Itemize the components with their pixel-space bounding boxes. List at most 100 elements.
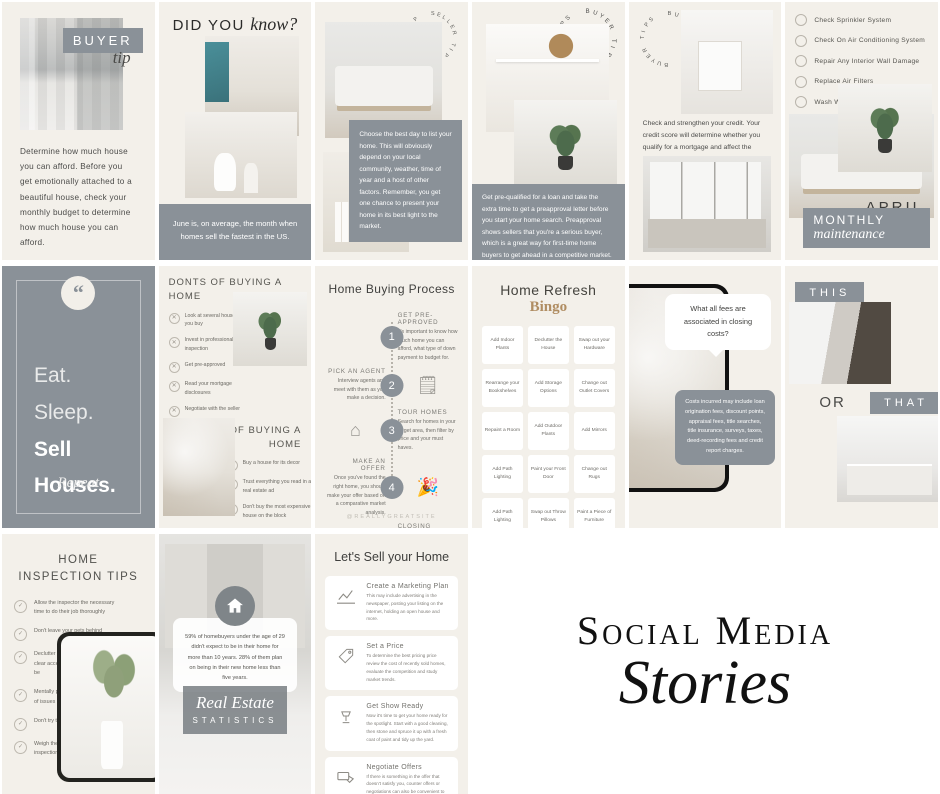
phone-mockup (56, 632, 155, 782)
cross-circle-icon: ✕ (168, 405, 180, 417)
statistics-body: 59% of homebuyers under the age of 29 di… (185, 634, 285, 682)
confetti-icon: 🎉 (416, 477, 440, 498)
panel-home-buying-process[interactable]: Home Buying Process 1 GET PRE-APPROVED I… (315, 266, 468, 528)
step-title: TOUR HOMES (397, 409, 448, 417)
check-circle-icon: ✓ (14, 599, 27, 613)
bingo-cell[interactable]: Swap out Throw Pillows (527, 498, 569, 528)
lamp-icon (333, 703, 359, 729)
closing-costs-question: What all fees are associated in closing … (664, 294, 772, 357)
sell-heading: Let's Sell your Home (334, 550, 450, 564)
checkbox-circle-icon[interactable] (795, 96, 808, 108)
checklist-label: Check On Air Conditioning System (814, 37, 926, 44)
list-label: Trust everything you read in a real esta… (242, 479, 312, 494)
inspection-heading: HOME INSPECTION TIPS (18, 554, 139, 584)
closing-costs-answer: Costs incurred may include loan originat… (674, 390, 776, 465)
bingo-cell[interactable]: Rearrange your Bookshelves (482, 369, 523, 407)
step-number: 1 (380, 325, 404, 349)
badge-char: I (608, 45, 615, 50)
statistics-script: Real Estate (196, 693, 274, 712)
checklist-row[interactable]: Check On Air Conditioning System (795, 34, 928, 47)
sell-step[interactable]: Get Show Ready Now it's time to get your… (325, 696, 458, 751)
cross-circle-icon: ✕ (168, 380, 180, 392)
bingo-cell[interactable]: Add Outdoor Plants (527, 412, 569, 450)
step-title: MAKE AN OFFER (352, 458, 386, 473)
panel-donts-dos[interactable]: DONTS OF BUYING A HOME ✕ Look at several … (158, 266, 312, 528)
checkbox-circle-icon[interactable] (795, 55, 808, 67)
check-circle-icon: ✓ (14, 650, 27, 664)
process-step: ⌂ 3 TOUR HOMES Search for homes in your … (325, 409, 458, 452)
panel-buyer-tip[interactable]: BUYER tip Determine how much house you c… (2, 2, 155, 260)
bingo-cell[interactable]: Declutter the House (527, 326, 569, 364)
list-label: Get pre-approved (184, 361, 226, 368)
bingo-cell[interactable]: Add Storage Options (527, 369, 569, 407)
step-body: Search for homes in your target area, th… (397, 419, 456, 451)
living-room-photo (642, 156, 772, 252)
badge-char: U (655, 58, 662, 67)
panel-quote[interactable]: “ Eat. Sleep. Sell Houses. Repeat (2, 266, 155, 528)
process-step: PICK AN AGENT Interview agents and meet … (325, 368, 458, 403)
checkbox-circle-icon[interactable] (795, 34, 808, 47)
chart-icon (333, 583, 359, 609)
panel-buyer-tips-preapproval[interactable]: BUYER TIPS BUYER TIPS Get pre-qualified … (472, 2, 625, 260)
list-label: Don't buy the most expensive house on th… (242, 503, 311, 519)
footer-script: maintenance (813, 227, 885, 242)
panel-monthly-maintenance[interactable]: Check Sprinkler System Check On Air Cond… (785, 2, 938, 260)
bingo-cell[interactable]: Paint a Piece of Furniture (573, 498, 615, 528)
checkbox-circle-icon[interactable] (795, 75, 808, 88)
bingo-cell[interactable]: Change out Rugs (573, 455, 615, 493)
step-title: PICK AN AGENT (328, 368, 386, 376)
bingo-cell[interactable]: Swap out your Hardware (573, 326, 615, 364)
buyer-tip-body: Determine how much house you can afford.… (20, 147, 132, 248)
sell-step[interactable]: Negotiate Offers If there is something i… (325, 756, 458, 794)
checkbox-circle-icon[interactable] (795, 14, 808, 26)
footer-plain: MONTHLY (813, 213, 885, 227)
checklist-row[interactable]: Check Sprinkler System (795, 14, 928, 26)
bingo-cell[interactable]: Add Mirrors (573, 412, 615, 450)
quote-footer: Repeat (57, 475, 100, 491)
did-you-know-band-text: June is, on average, the month when home… (172, 219, 298, 242)
bingo-cell[interactable]: Add Path Lighting (482, 498, 523, 528)
panel-inspection-tips[interactable]: HOME INSPECTION TIPS ✓ Allow the inspecto… (2, 534, 155, 794)
this-label: THIS (795, 282, 865, 304)
process-handle: @REALLYGREATSITE (346, 514, 437, 520)
statistics-band: Real Estate STATISTICS (182, 686, 288, 734)
process-step: 5 CLOSING On closing day, expect to spen… (325, 523, 458, 528)
bingo-cell[interactable]: Paint your Front Door (527, 455, 569, 493)
panel-seller-tip[interactable]: SELLER TIP SELLER TIP Choose the best da… (315, 2, 468, 260)
preapproval-band: Get pre-qualified for a loan and take th… (472, 184, 625, 260)
badge-char: B (667, 11, 673, 17)
panel-sell-your-home[interactable]: Let's Sell your Home Create a Marketing … (315, 534, 468, 794)
check-circle-icon: ✓ (14, 740, 27, 754)
process-step: 1 GET PRE-APPROVED It's important to kno… (325, 312, 458, 362)
checklist-row[interactable]: Repair Any Interior Wall Damage (795, 55, 928, 67)
badge-char: T (639, 34, 646, 39)
bingo-cell[interactable]: Change out Outlet Covers (573, 369, 615, 407)
sell-step[interactable]: Create a Marketing Plan This may include… (325, 576, 458, 631)
statistics-overlay: 59% of homebuyers under the age of 29 di… (172, 618, 298, 692)
that-photo (837, 416, 938, 502)
panel-closing-costs[interactable]: What all fees are associated in closing … (628, 266, 782, 528)
list-item: ✓Do it alone (227, 527, 312, 528)
panel-this-or-that[interactable]: THIS OR THAT (785, 266, 938, 528)
quote-line: Eat. (34, 364, 72, 387)
step-text: TOUR HOMES Search for homes in your targ… (398, 409, 458, 452)
statistics-label: STATISTICS (192, 716, 278, 725)
handshake-icon (333, 764, 359, 790)
panel-buyer-tips-credit[interactable]: BUYER TIPS BUYER TIPS Check and strength… (628, 2, 782, 260)
badge-char: R (450, 30, 458, 37)
cross-circle-icon: ✕ (168, 312, 180, 324)
panel-did-you-know[interactable]: DID YOU know? June is, on average, the m… (158, 2, 312, 260)
sell-step-body: Now it's time to get your home ready for… (366, 713, 448, 742)
buyer-tag-script: tip (112, 48, 131, 67)
bingo-cell[interactable]: Add Indoor Plants (482, 326, 523, 364)
panel-bingo[interactable]: Home Refresh Bingo Add Indoor Plants Dec… (472, 266, 625, 528)
clipboard-icon: 🗒 (416, 375, 440, 396)
step-title: CLOSING (397, 523, 432, 528)
sell-step[interactable]: Set a Price To determine the best pricin… (325, 636, 458, 691)
quote-line: Sleep. (34, 400, 94, 424)
bingo-cell[interactable]: Add Path Lighting (482, 455, 523, 493)
bingo-cell[interactable]: Repaint a Room (482, 412, 523, 450)
panel-statistics[interactable]: 59% of homebuyers under the age of 29 di… (158, 534, 312, 794)
list-item: ✓ Allow the inspector the necessary time … (14, 599, 118, 618)
check-circle-icon: ✓ (14, 717, 27, 731)
